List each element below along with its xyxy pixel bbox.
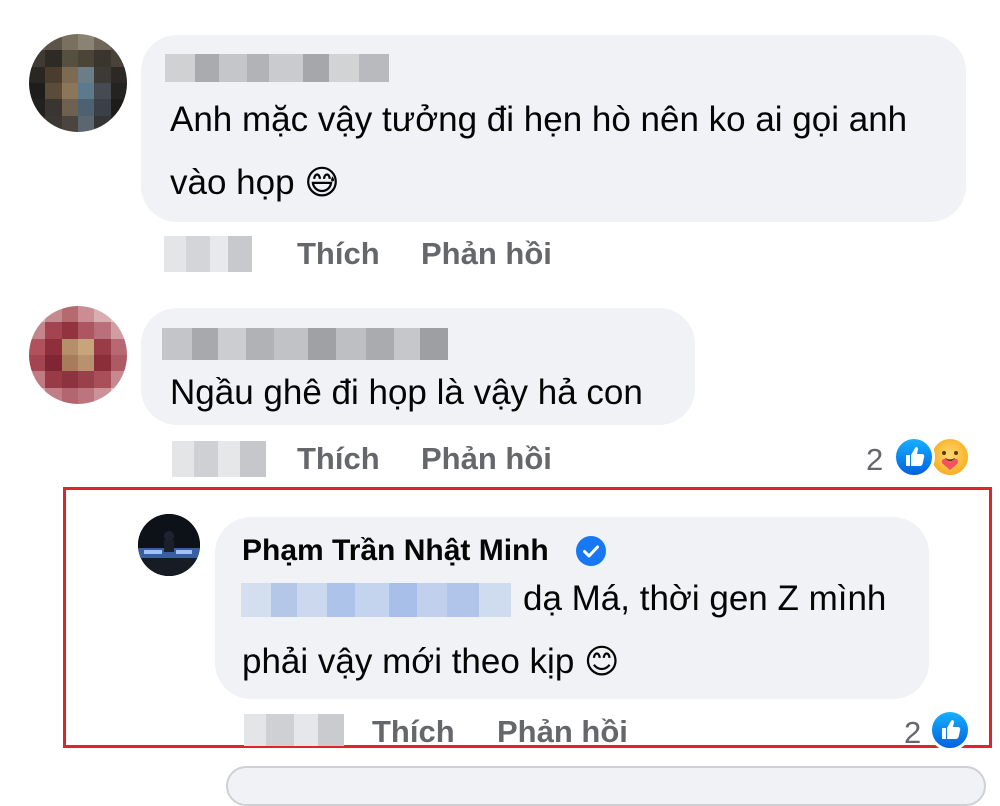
- reply-button[interactable]: Phản hồi: [421, 236, 552, 272]
- reply-time-blurred[interactable]: [244, 714, 344, 746]
- like-icon[interactable]: [929, 709, 971, 751]
- grinning-sweat-emoji: 😅: [304, 164, 340, 202]
- author-avatar[interactable]: [138, 514, 200, 576]
- care-icon[interactable]: [929, 436, 971, 478]
- smiling-emoji: 😊: [584, 643, 620, 681]
- avatar[interactable]: [29, 306, 127, 404]
- comment-text-line2: vào họp 😅: [170, 152, 340, 214]
- reaction-count[interactable]: 2: [904, 715, 921, 751]
- reply-text-line2-text: phải vậy mới theo kịp: [242, 642, 575, 681]
- like-icon[interactable]: [893, 436, 935, 478]
- like-button[interactable]: Thích: [372, 714, 455, 750]
- commenter-name-blurred[interactable]: [162, 328, 448, 360]
- commenter-name-blurred[interactable]: [165, 54, 389, 82]
- author-avatar-image: [138, 514, 200, 576]
- comment-text: Ngầu ghê đi họp là vậy hả con: [170, 373, 643, 412]
- verified-badge-icon: [576, 536, 606, 566]
- author-name[interactable]: Phạm Trần Nhật Minh: [242, 534, 549, 568]
- comment-text-line1: Anh mặc vậy tưởng đi hẹn hò nên ko ai gọ…: [170, 100, 908, 139]
- reply-button[interactable]: Phản hồi: [421, 441, 552, 477]
- reply-button[interactable]: Phản hồi: [497, 714, 628, 750]
- reply-text-line2: phải vậy mới theo kịp 😊: [242, 631, 619, 693]
- reaction-count[interactable]: 2: [866, 442, 883, 478]
- like-button[interactable]: Thích: [297, 236, 380, 272]
- reply-input[interactable]: [226, 766, 986, 806]
- pixelated-avatar-image: [29, 34, 127, 132]
- comment-time-blurred[interactable]: [172, 441, 266, 477]
- avatar[interactable]: [29, 34, 127, 132]
- pixelated-avatar-image: [29, 306, 127, 404]
- comment-time-blurred[interactable]: [164, 236, 252, 272]
- like-button[interactable]: Thích: [297, 441, 380, 477]
- reply-text-line1: dạ Má, thời gen Z mình: [523, 579, 887, 618]
- comment-text-line2-text: vào họp: [170, 163, 295, 202]
- mention-tag-blurred[interactable]: [241, 583, 511, 617]
